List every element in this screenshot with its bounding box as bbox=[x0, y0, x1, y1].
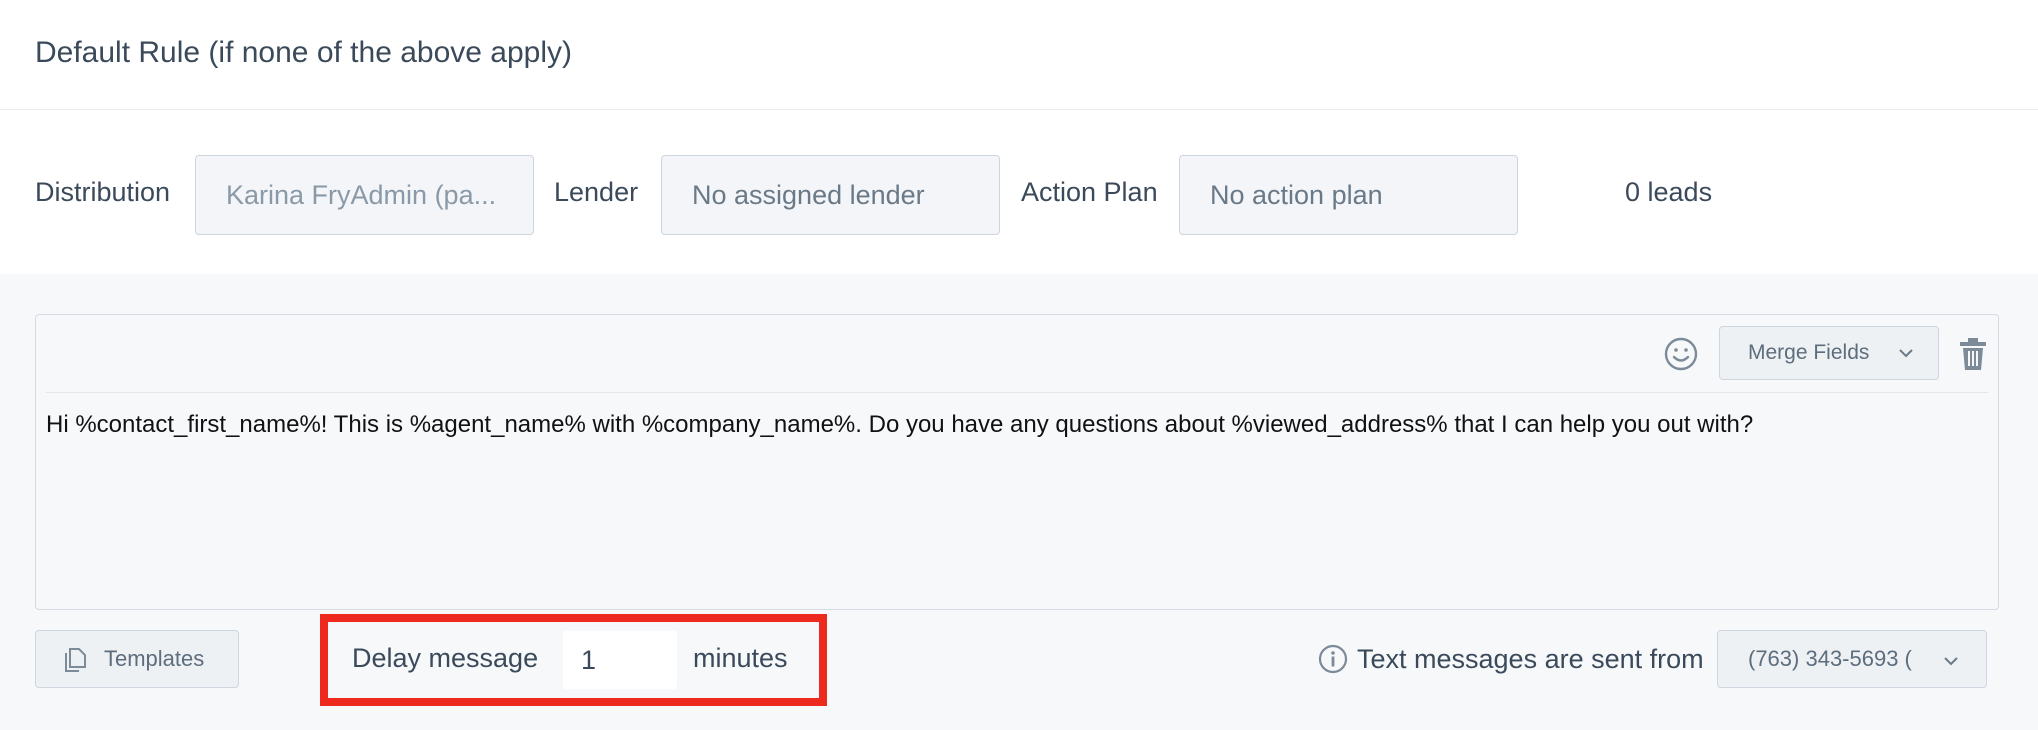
delay-minutes-input[interactable] bbox=[563, 631, 677, 689]
message-text[interactable]: Hi %contact_first_name%! This is %agent_… bbox=[46, 411, 1753, 439]
smiley-icon[interactable] bbox=[1664, 337, 1698, 371]
info-icon bbox=[1318, 644, 1348, 674]
chevron-down-icon bbox=[1899, 349, 1913, 358]
leads-count: 0 leads bbox=[1625, 177, 1713, 207]
default-rule-row: Distribution Karina FryAdmin (pa... Lend… bbox=[0, 110, 2038, 274]
templates-button[interactable]: Templates bbox=[35, 630, 239, 688]
message-editor[interactable]: Merge Fields Hi %contact_first_name%! Th… bbox=[35, 314, 1999, 610]
page-title: Default Rule (if none of the above apply… bbox=[35, 36, 572, 69]
phone-number-select[interactable]: (763) 343-5693 ( bbox=[1717, 630, 1987, 688]
trash-icon[interactable] bbox=[1958, 337, 1988, 371]
merge-fields-label: Merge Fields bbox=[1748, 341, 1870, 364]
sent-from-label: Text messages are sent from bbox=[1357, 644, 1704, 674]
phone-number-value: (763) 343-5693 ( bbox=[1748, 646, 1912, 671]
message-section: Merge Fields Hi %contact_first_name%! Th… bbox=[0, 274, 2038, 730]
editor-toolbar: Merge Fields bbox=[46, 315, 1988, 393]
distribution-select[interactable]: Karina FryAdmin (pa... bbox=[195, 155, 534, 235]
delay-message-highlight: Delay message minutes bbox=[320, 614, 827, 706]
distribution-label: Distribution bbox=[35, 177, 171, 207]
copy-icon bbox=[65, 648, 86, 672]
templates-label: Templates bbox=[104, 646, 205, 671]
lender-label: Lender bbox=[554, 177, 639, 207]
merge-fields-button[interactable]: Merge Fields bbox=[1719, 326, 1939, 380]
chevron-down-icon bbox=[1944, 657, 1958, 666]
action-plan-select[interactable]: No action plan bbox=[1179, 155, 1518, 235]
action-plan-label: Action Plan bbox=[1021, 177, 1158, 207]
rule-header: Default Rule (if none of the above apply… bbox=[0, 0, 2038, 110]
delay-message-label: Delay message bbox=[352, 643, 539, 673]
delay-unit-label: minutes bbox=[693, 643, 788, 673]
lender-select[interactable]: No assigned lender bbox=[661, 155, 1000, 235]
